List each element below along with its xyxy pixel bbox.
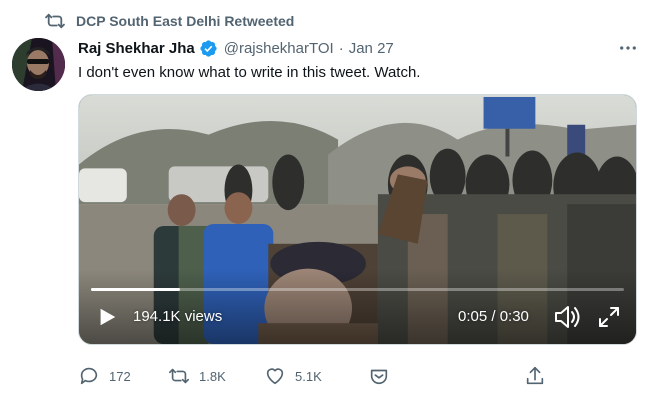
- video-controls: 194.1K views 0:05 / 0:30: [79, 301, 636, 333]
- reply-count: 172: [109, 368, 131, 384]
- retweet-context-label: DCP South East Delhi Retweeted: [76, 13, 295, 29]
- reply-button[interactable]: 172: [78, 365, 131, 387]
- tip-button[interactable]: [368, 365, 399, 387]
- verified-badge-icon: [199, 39, 218, 58]
- meta-separator: ·: [338, 39, 344, 57]
- tweet-text: I don't even know what to write in this …: [78, 64, 421, 81]
- retweet-icon: [44, 12, 66, 30]
- author-name[interactable]: Raj Shekhar Jha: [78, 40, 195, 57]
- heart-icon: [264, 365, 286, 387]
- tweet-date[interactable]: Jan 27: [349, 40, 394, 57]
- retweet-button[interactable]: 1.8K: [168, 365, 226, 387]
- avatar[interactable]: [12, 38, 65, 91]
- reply-icon: [78, 365, 100, 387]
- retweet-context[interactable]: DCP South East Delhi Retweeted: [44, 11, 294, 31]
- video-progress-fill: [91, 288, 180, 291]
- video-player[interactable]: 194.1K views 0:05 / 0:30: [78, 94, 637, 345]
- tweet-actions: 172 1.8K 5.1K: [78, 365, 558, 387]
- tip-jar-icon: [368, 365, 390, 387]
- like-button[interactable]: 5.1K: [264, 365, 322, 387]
- volume-icon[interactable]: [553, 304, 581, 330]
- retweet-action-icon: [168, 365, 190, 387]
- retweet-count: 1.8K: [199, 368, 226, 384]
- view-count: 194.1K views: [133, 308, 223, 325]
- fullscreen-icon[interactable]: [597, 305, 621, 329]
- share-button[interactable]: [524, 365, 555, 387]
- more-options-icon[interactable]: [617, 38, 639, 58]
- play-icon[interactable]: [96, 306, 118, 328]
- video-time: 0:05 / 0:30: [458, 308, 529, 325]
- share-icon: [524, 365, 546, 387]
- tweet-header: Raj Shekhar Jha @rajshekharTOI · Jan 27: [78, 38, 394, 58]
- video-progress-bar[interactable]: [91, 288, 624, 291]
- like-count: 5.1K: [295, 368, 322, 384]
- author-handle[interactable]: @rajshekharTOI: [224, 40, 334, 57]
